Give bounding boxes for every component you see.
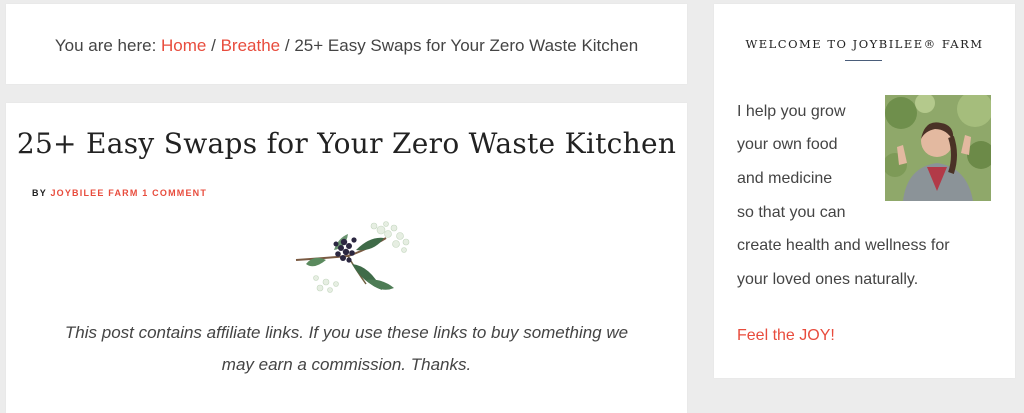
feel-the-joy-link[interactable]: Feel the JOY!	[737, 327, 835, 345]
affiliate-disclaimer: This post contains affiliate links. If y…	[36, 317, 657, 381]
elderberry-sprig-icon	[295, 221, 410, 293]
breadcrumb-category-link[interactable]: Breathe	[221, 36, 281, 55]
post-card: 25+ Easy Swaps for Your Zero Waste Kitch…	[6, 103, 687, 413]
intro-line: so that you can	[737, 204, 846, 221]
breadcrumb-separator: /	[211, 36, 216, 55]
meta-by-label: BY	[32, 188, 47, 198]
widget-heading: WELCOME TO JOYBILEE® FARM	[745, 37, 984, 51]
breadcrumb-current: 25+ Easy Swaps for Your Zero Waste Kitch…	[294, 36, 639, 55]
breadcrumb-prefix: You are here:	[54, 36, 157, 55]
intro-line: and medicine	[737, 170, 833, 187]
heading-divider	[845, 60, 882, 61]
post-meta: BY JOYBILEE FARM 1 COMMENT	[32, 188, 207, 198]
intro-line: your loved ones naturally.	[737, 271, 919, 288]
comments-link[interactable]: 1 COMMENT	[142, 188, 207, 198]
affiliate-line: may earn a commission. Thanks.	[221, 355, 472, 374]
affiliate-line: This post contains affiliate links. If y…	[64, 323, 629, 342]
intro-line: create health and wellness for	[737, 237, 950, 254]
intro-line: your own food	[737, 136, 838, 153]
post-title: 25+ Easy Swaps for Your Zero Waste Kitch…	[16, 127, 677, 160]
welcome-widget: WELCOME TO JOYBILEE® FARM I help you gro…	[714, 4, 1015, 378]
breadcrumb-separator: /	[284, 36, 290, 55]
breadcrumb: You are here: Home / Breathe / 25+ Easy …	[6, 36, 687, 56]
intro-line: I help you grow	[737, 103, 846, 120]
breadcrumb-card: You are here: Home / Breathe / 25+ Easy …	[6, 4, 687, 84]
author-link[interactable]: JOYBILEE FARM	[50, 188, 138, 198]
author-photo	[885, 95, 991, 201]
breadcrumb-home-link[interactable]: Home	[161, 36, 206, 55]
